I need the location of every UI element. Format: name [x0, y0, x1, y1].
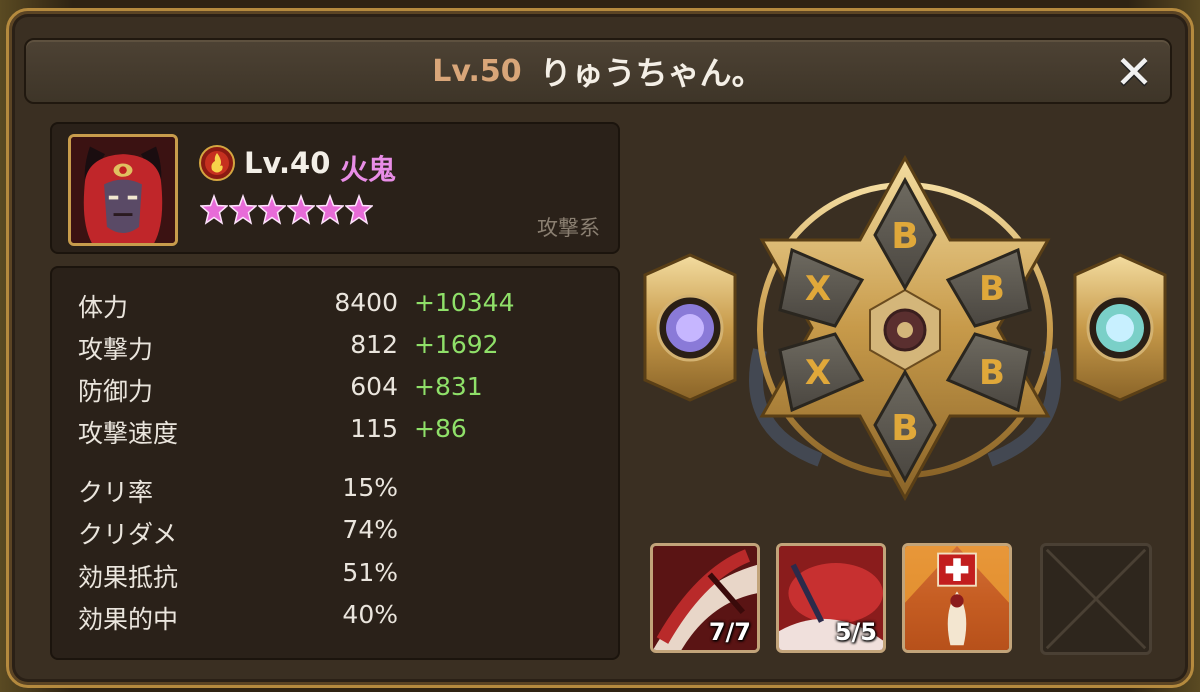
stat-bonus: +1692 [414, 330, 499, 359]
star-icon [345, 194, 373, 225]
stat-bonus: +10344 [414, 288, 515, 317]
stat-value: 8400 [334, 288, 398, 317]
monster-portrait[interactable] [68, 134, 178, 246]
star-icon [229, 194, 257, 225]
rune-b-icon: B [891, 408, 918, 449]
skill-level: 7/7 [708, 618, 751, 646]
monster-info-box: Lv.40 火鬼 攻撃系 [50, 122, 620, 254]
stat-row-resistance: 効果抵抗 51% [78, 558, 598, 598]
artifact-attribute-icon [676, 314, 704, 342]
rune-b-icon: B [979, 353, 1005, 393]
skill-slot-3[interactable] [902, 543, 1012, 653]
skill-level: 5/5 [834, 618, 877, 646]
stat-row-crit-rate: クリ率 15% [78, 473, 598, 513]
stat-row-accuracy: 効果的中 40% [78, 600, 598, 640]
stat-value: 51% [342, 558, 398, 587]
stat-label: 効果抵抗 [78, 563, 179, 592]
stat-value: 115 [350, 414, 398, 443]
stat-label: 体力 [78, 293, 129, 322]
stat-row-attack: 攻撃力 812 +1692 [78, 330, 598, 370]
star-icon [200, 194, 228, 225]
stat-row-speed: 攻撃速度 115 +86 [78, 414, 598, 454]
monster-type: 攻撃系 [537, 216, 600, 240]
skill-slot-2[interactable]: 5/5 [776, 543, 886, 653]
stat-label: 攻撃力 [78, 335, 154, 364]
close-icon: ✕ [1114, 45, 1154, 99]
holy-banner-icon [905, 546, 1009, 650]
monster-level: Lv.40 [244, 146, 331, 180]
stat-value: 604 [350, 372, 398, 401]
star-icon [316, 194, 344, 225]
stat-value: 74% [342, 515, 398, 544]
monster-name: 火鬼 [340, 153, 397, 186]
artifact-right[interactable] [1073, 253, 1167, 402]
stat-row-hp: 体力 8400 +10344 [78, 288, 598, 328]
stat-value: 812 [350, 330, 398, 359]
star-rating [200, 194, 373, 226]
artifact-type-icon [1106, 314, 1134, 342]
stat-row-defense: 防御力 604 +831 [78, 372, 598, 412]
stat-row-crit-damage: クリダメ 74% [78, 515, 598, 555]
stat-label: 防御力 [78, 377, 154, 406]
stats-box: 体力 8400 +10344 攻撃力 812 +1692 防御力 604 +83… [50, 266, 620, 660]
player-level: Lv.50 [432, 53, 522, 89]
stat-bonus: +86 [414, 414, 467, 443]
star-icon [258, 194, 286, 225]
stat-label: 攻撃速度 [78, 419, 179, 448]
rune-b-icon: B [979, 269, 1005, 309]
close-button[interactable]: ✕ [1110, 48, 1158, 96]
stat-bonus: +831 [414, 372, 483, 401]
rune-x-icon: X [805, 353, 831, 393]
rune-equipment-area: B B B B X X [630, 130, 1180, 530]
skill-slot-1[interactable]: 7/7 [650, 543, 760, 653]
player-name: りゅうちゃん。 [539, 54, 764, 92]
empty-skill-slot [1040, 543, 1152, 655]
rune-b-icon: B [891, 216, 918, 257]
title-bar: Lv.50 りゅうちゃん。 ✕ [24, 38, 1172, 104]
stat-label: 効果的中 [78, 605, 179, 634]
stat-label: クリ率 [78, 478, 154, 507]
rune-x-icon: X [805, 269, 831, 309]
stat-label: クリダメ [78, 520, 178, 549]
fire-attribute-icon [199, 145, 235, 181]
stat-value: 40% [342, 600, 398, 629]
star-icon [287, 194, 315, 225]
stat-value: 15% [342, 473, 398, 502]
artifact-left[interactable] [643, 253, 737, 402]
